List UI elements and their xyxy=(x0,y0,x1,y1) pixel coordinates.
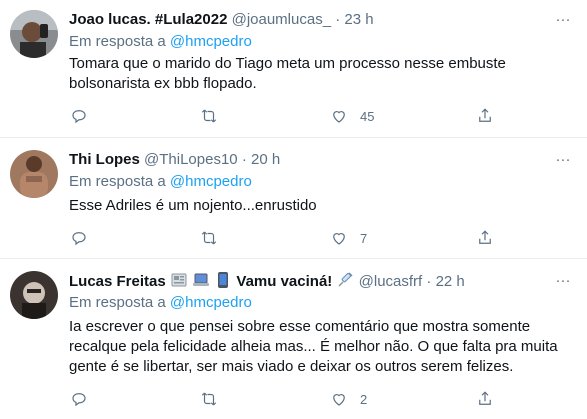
tweet-text-line: Tomara que o marido do Tiago meta um pro… xyxy=(69,55,506,72)
share-icon xyxy=(479,108,491,122)
tweet-text-line: Esse Adriles é um nojento...enrustido xyxy=(69,197,317,214)
like-button[interactable]: 7 xyxy=(330,226,367,250)
mention-link[interactable]: @hmcpedro xyxy=(170,33,252,50)
retweet-icon xyxy=(201,392,217,406)
newspaper-emoji xyxy=(170,271,188,295)
tweet-text: Esse Adriles é um nojento...enrustido xyxy=(69,196,569,216)
like-count: 7 xyxy=(360,230,368,246)
like-count: 45 xyxy=(360,108,375,124)
share-icon xyxy=(479,230,491,244)
tweet-text-line: Ia escrever o que pensei sobre esse come… xyxy=(69,318,531,335)
reply-prefix: Em resposta a xyxy=(69,173,166,190)
more-icon[interactable]: ··· xyxy=(551,150,575,170)
separator-dot: · xyxy=(426,273,432,290)
author-handle[interactable]: @lucasfrf xyxy=(359,273,423,290)
mention-link[interactable]: @hmcpedro xyxy=(170,294,252,311)
author-name[interactable]: Thi Lopes xyxy=(69,151,140,168)
timestamp[interactable]: 23 h xyxy=(344,11,373,28)
retweet-button[interactable] xyxy=(200,226,218,250)
reply-button[interactable] xyxy=(70,226,88,250)
author-name[interactable]: Lucas Freitas xyxy=(69,273,166,290)
share-button[interactable] xyxy=(476,104,494,128)
like-button[interactable]: 45 xyxy=(330,104,374,128)
like-icon xyxy=(333,394,345,406)
tweet-actions: 45 xyxy=(60,104,500,128)
reply-icon xyxy=(72,232,86,246)
reply-prefix: Em resposta a xyxy=(69,294,166,311)
author-name-suffix[interactable]: Vamu vaciná! xyxy=(236,273,332,290)
tweet-actions: 2 xyxy=(60,387,500,411)
reply-button[interactable] xyxy=(70,387,88,411)
laptop-emoji xyxy=(192,271,210,295)
tweet[interactable]: Joao lucas. #Lula2022 @joaumlucas_ · 23 … xyxy=(0,0,587,138)
share-button[interactable] xyxy=(476,226,494,250)
more-icon[interactable]: ··· xyxy=(551,271,575,291)
share-icon xyxy=(479,391,491,405)
separator-dot: · xyxy=(241,151,247,168)
phone-emoji xyxy=(214,271,232,295)
tweet-actions: 7 xyxy=(60,226,500,250)
reply-context: Em resposta a @hmcpedro xyxy=(69,172,252,192)
reply-context: Em resposta a @hmcpedro xyxy=(69,293,252,313)
timestamp[interactable]: 22 h xyxy=(436,273,465,290)
timestamp[interactable]: 20 h xyxy=(251,151,280,168)
retweet-button[interactable] xyxy=(200,387,218,411)
reply-prefix: Em resposta a xyxy=(69,33,166,50)
retweet-icon xyxy=(201,231,217,245)
like-icon xyxy=(333,233,345,245)
tweet-text-line: bolsonarista ex bbb flopado. xyxy=(69,75,257,92)
tweet-text: Ia escrever o que pensei sobre esse come… xyxy=(69,317,569,377)
avatar[interactable] xyxy=(10,150,58,198)
separator-dot: · xyxy=(335,11,341,28)
author-name[interactable]: Joao lucas. #Lula2022 xyxy=(69,11,227,28)
syringe-emoji xyxy=(336,271,354,295)
like-count: 2 xyxy=(360,391,368,407)
tweet-text: Tomara que o marido do Tiago meta um pro… xyxy=(69,54,569,94)
retweet-icon xyxy=(201,109,217,123)
reply-button[interactable] xyxy=(70,104,88,128)
tweet[interactable]: Lucas Freitas Vamu vaciná! @lucasfrf · 2… xyxy=(0,259,587,419)
reply-icon xyxy=(72,393,86,407)
like-button[interactable]: 2 xyxy=(330,387,367,411)
author-handle[interactable]: @joaumlucas_ xyxy=(232,11,331,28)
author-handle[interactable]: @ThiLopes10 xyxy=(144,151,238,168)
avatar[interactable] xyxy=(10,271,58,319)
tweet-text-line: gente é se libertar, ser mais viado e de… xyxy=(69,358,514,375)
like-icon xyxy=(333,111,345,123)
mention-link[interactable]: @hmcpedro xyxy=(170,173,252,190)
share-button[interactable] xyxy=(476,387,494,411)
retweet-button[interactable] xyxy=(200,104,218,128)
avatar[interactable] xyxy=(10,10,58,58)
tweet-text-line: recalque pela felicidade alheia mas... É… xyxy=(69,338,558,355)
more-icon[interactable]: ··· xyxy=(551,10,575,30)
tweet[interactable]: Thi Lopes @ThiLopes10 · 20 h ··· Em resp… xyxy=(0,138,587,259)
reply-context: Em resposta a @hmcpedro xyxy=(69,32,252,52)
reply-icon xyxy=(72,110,86,124)
